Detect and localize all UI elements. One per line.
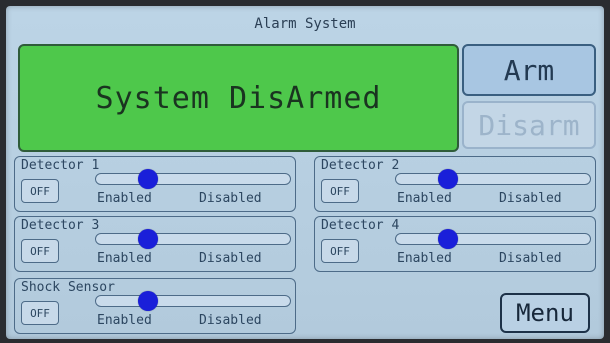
- arm-button[interactable]: Arm: [462, 44, 596, 96]
- detector-2-off-button[interactable]: OFF: [321, 179, 359, 203]
- detector-1-disabled-label: Disabled: [199, 191, 262, 206]
- shock-sensor-off-button[interactable]: OFF: [21, 301, 59, 325]
- detector-1-panel: Detector 1 OFF Enabled Disabled: [14, 156, 296, 212]
- detector-3-panel: Detector 3 OFF Enabled Disabled: [14, 216, 296, 272]
- detector-1-slider[interactable]: [95, 169, 291, 189]
- shock-sensor-panel: Shock Sensor OFF Enabled Disabled: [14, 278, 296, 334]
- detector-1-title: Detector 1: [21, 158, 100, 173]
- detector-2-panel: Detector 2 OFF Enabled Disabled: [314, 156, 596, 212]
- detector-3-title: Detector 3: [21, 218, 100, 233]
- screen-title: Alarm System: [254, 16, 356, 32]
- detector-3-off-button[interactable]: OFF: [21, 239, 59, 263]
- alarm-screen: Alarm System System DisArmed Arm Disarm …: [6, 6, 604, 339]
- shock-sensor-enabled-label: Enabled: [97, 313, 152, 328]
- detector-4-title: Detector 4: [321, 218, 400, 233]
- detector-2-disabled-label: Disabled: [499, 191, 562, 206]
- detector-3-slider[interactable]: [95, 229, 291, 249]
- shock-sensor-title: Shock Sensor: [21, 280, 115, 295]
- detector-3-slider-knob[interactable]: [138, 229, 159, 249]
- system-status-display: System DisArmed: [18, 44, 459, 152]
- detector-4-disabled-label: Disabled: [499, 251, 562, 266]
- disarm-button[interactable]: Disarm: [462, 101, 596, 149]
- detector-4-enabled-label: Enabled: [397, 251, 452, 266]
- detector-4-slider-knob[interactable]: [438, 229, 459, 249]
- detector-2-slider[interactable]: [395, 169, 591, 189]
- detector-3-disabled-label: Disabled: [199, 251, 262, 266]
- detector-1-off-button[interactable]: OFF: [21, 179, 59, 203]
- detector-2-title: Detector 2: [321, 158, 400, 173]
- detector-4-off-button[interactable]: OFF: [321, 239, 359, 263]
- detector-2-slider-knob[interactable]: [438, 169, 459, 189]
- detector-4-panel: Detector 4 OFF Enabled Disabled: [314, 216, 596, 272]
- detector-4-slider[interactable]: [395, 229, 591, 249]
- shock-sensor-disabled-label: Disabled: [199, 313, 262, 328]
- shock-sensor-slider-knob[interactable]: [138, 291, 159, 311]
- shock-sensor-slider[interactable]: [95, 291, 291, 311]
- detector-3-enabled-label: Enabled: [97, 251, 152, 266]
- menu-button[interactable]: Menu: [500, 293, 590, 333]
- detector-2-enabled-label: Enabled: [397, 191, 452, 206]
- detector-1-enabled-label: Enabled: [97, 191, 152, 206]
- detector-1-slider-knob[interactable]: [138, 169, 159, 189]
